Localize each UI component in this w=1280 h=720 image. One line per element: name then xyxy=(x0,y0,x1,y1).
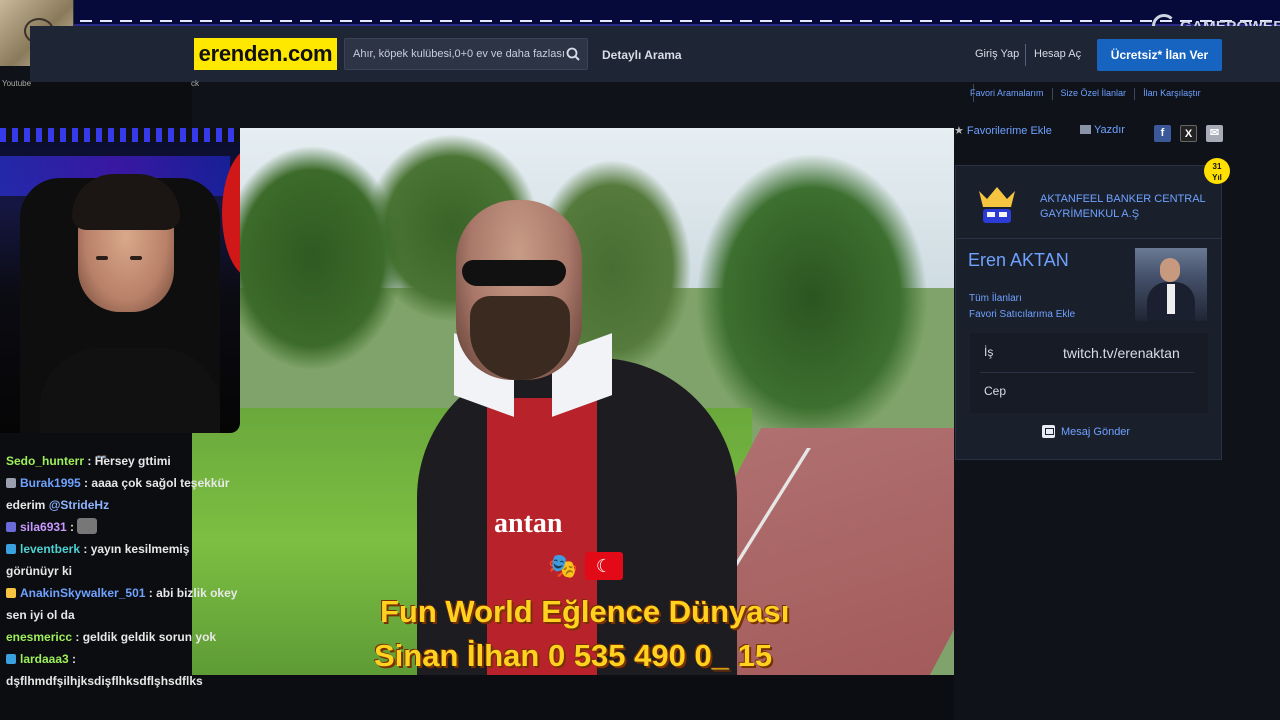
header-divider xyxy=(1025,44,1026,66)
chat-username: sila6931 xyxy=(20,520,67,534)
search-bar[interactable] xyxy=(344,38,588,70)
chat-username: enesmericc xyxy=(6,630,73,644)
company-crown-logo-icon[interactable] xyxy=(975,183,1019,227)
youtube-label: Youtube xyxy=(2,79,32,88)
chat-message: leventberk : yayın kesilmemiş görünüyr k… xyxy=(6,542,190,578)
chat-badge-icon xyxy=(6,654,16,664)
add-favorite-button[interactable]: ★ Favorilerime Ekle xyxy=(954,124,1052,137)
work-phone-value: twitch.tv/erenaktan xyxy=(1063,345,1180,361)
turkish-flag-icon: ☾ xyxy=(585,552,623,580)
special-ads-link[interactable]: Size Özel İlanlar xyxy=(1061,88,1127,100)
link-divider xyxy=(1134,88,1136,100)
message-icon xyxy=(1042,425,1055,438)
years-badge: 31 Yıl xyxy=(1204,158,1230,184)
theater-masks-icon: 🎭 xyxy=(548,553,578,580)
dashed-decoration xyxy=(80,20,1280,22)
chat-badge-icon xyxy=(6,544,16,554)
link-divider xyxy=(1051,88,1053,100)
login-link[interactable]: Giriş Yap xyxy=(975,48,1019,60)
tiktok-label: ck xyxy=(191,79,199,88)
print-label: Yazdır xyxy=(1094,124,1125,136)
chat-username: Burak1995 xyxy=(20,476,81,490)
chat-badge-icon xyxy=(6,478,16,488)
add-favorite-label: Favorilerime Ekle xyxy=(966,125,1052,137)
contact-divider xyxy=(980,372,1194,373)
sunglasses-icon xyxy=(462,260,566,286)
subheader-bar xyxy=(192,82,954,128)
printer-icon xyxy=(1080,125,1091,134)
chat-message: AnakinSkywalker_501 : abi bizlik okey se… xyxy=(6,586,238,622)
chat-badge-icon xyxy=(6,522,16,532)
stream-top-strip xyxy=(0,0,1280,26)
photo-head xyxy=(1160,258,1180,282)
streamer-body xyxy=(40,348,220,433)
favorite-seller-link[interactable]: Favori Satıcılarıma Ekle xyxy=(969,309,1075,320)
chat-badge-icon xyxy=(6,588,16,598)
seller-name: Eren AKTAN xyxy=(968,250,1069,270)
seller-photo xyxy=(1135,248,1207,321)
chat-message: enesmericc : geldik geldik sorun yok xyxy=(6,630,217,644)
card-divider xyxy=(955,238,1222,239)
stream-screen: GAMEPOWER erenden.com Detaylı Arama Giri… xyxy=(0,0,1280,720)
detailed-search-link[interactable]: Detaylı Arama xyxy=(602,48,682,62)
streamer-webcam xyxy=(0,128,240,433)
video-caption-contact: Sinan İlhan 0 535 490 0_ 15 xyxy=(374,638,773,673)
mobile-phone-label: Cep xyxy=(984,384,1007,398)
streamer-hair xyxy=(72,174,180,230)
chat-text: dşflhmdfşilhjksdişflhksdflşhsdflks xyxy=(6,674,203,688)
listing-video[interactable]: antan 🎭 ☾ Fun World Eğlence Dünyası Sina… xyxy=(192,128,954,675)
chat-message: Burak1995 : aaaa çok sağol teşekkür eder… xyxy=(6,476,230,512)
favorite-searches-link[interactable]: Favori Aramalarım xyxy=(970,88,1044,100)
search-icon[interactable] xyxy=(566,47,580,61)
video-caption-title: Fun World Eğlence Dünyası xyxy=(380,594,790,629)
chat-text: Hersey gttimi xyxy=(94,454,171,468)
compare-ads-link[interactable]: İlan Karşılaştır xyxy=(1143,88,1201,100)
x-icon[interactable]: X xyxy=(1180,125,1197,142)
company-name-link[interactable]: AKTANFEEL BANKER CENTRAL GAYRİMENKUL A.Ş xyxy=(1040,192,1218,222)
chat-message: lardaaa3 : dşflhmdfşilhjksdişflhksdflşhs… xyxy=(6,652,203,688)
chat-message: Sedo_hunterr : Hersey gttimi xyxy=(6,454,171,468)
years-badge-value: 31 xyxy=(1212,162,1222,171)
years-badge-unit: Yıl xyxy=(1212,173,1222,182)
print-button[interactable]: Yazdır xyxy=(1080,124,1125,136)
star-icon: ★ xyxy=(954,125,964,137)
shirt-text: antan xyxy=(494,508,563,539)
search-input[interactable] xyxy=(353,39,565,69)
chat-overlay: Sedo_hunterr : Hersey gttimi Burak1995 :… xyxy=(0,450,250,692)
cat-emote-icon xyxy=(77,518,98,534)
chat-username: AnakinSkywalker_501 xyxy=(20,586,146,600)
user-links: Favori Aramalarım Size Özel İlanlar İlan… xyxy=(970,88,1201,100)
share-buttons: f X ✉ xyxy=(1154,125,1223,142)
chat-username: leventberk xyxy=(20,542,81,556)
send-message-button[interactable]: Mesaj Gönder xyxy=(1042,425,1130,438)
listing-actions: ★ Favorilerime Ekle Yazdır f X ✉ xyxy=(954,124,1224,144)
site-logo[interactable]: erenden.com xyxy=(194,38,337,70)
post-ad-button[interactable]: Ücretsiz* İlan Ver xyxy=(1097,39,1222,71)
led-strip xyxy=(0,128,240,142)
chat-username: Sedo_hunterr xyxy=(6,454,85,468)
photo-shirt xyxy=(1167,284,1175,314)
all-ads-link[interactable]: Tüm İlanları xyxy=(969,293,1022,304)
chat-text: geldik geldik sorun yok xyxy=(82,630,217,644)
chat-message: sila6931 : xyxy=(0,516,250,538)
signup-link[interactable]: Hesap Aç xyxy=(1034,48,1081,60)
streamer-eye xyxy=(130,256,142,260)
chat-username: lardaaa3 xyxy=(20,652,69,666)
facebook-icon[interactable]: f xyxy=(1154,125,1171,142)
work-phone-label: İş xyxy=(984,345,994,359)
below-video-area xyxy=(192,675,954,720)
streamer-eye xyxy=(96,256,108,260)
chat-mention: @StrideHz xyxy=(48,498,110,512)
email-icon[interactable]: ✉ xyxy=(1206,125,1223,142)
send-message-label: Mesaj Gönder xyxy=(1061,426,1131,438)
